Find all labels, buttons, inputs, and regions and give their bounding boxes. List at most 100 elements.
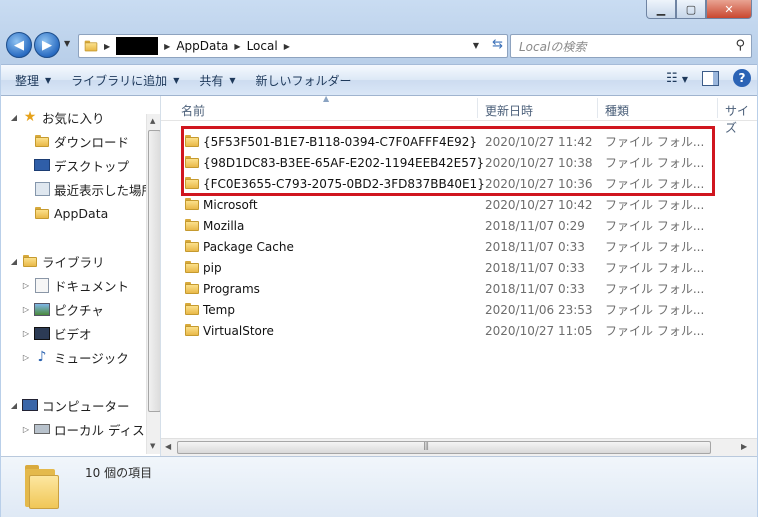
- help-icon[interactable]: ?: [733, 69, 751, 87]
- collapse-icon[interactable]: ▷: [21, 425, 31, 434]
- nav-label: AppData: [54, 205, 109, 221]
- scrollbar-thumb[interactable]: [177, 441, 711, 454]
- chevron-right-icon[interactable]: ▶: [284, 42, 290, 51]
- file-type: ファイル フォル...: [605, 303, 705, 317]
- nav-item-computer[interactable]: ◢ コンピューター: [9, 394, 130, 416]
- explorer-window: ▁ ▢ ✕ ◀ ▶ ▼ ▶ ▶ AppData ▶ Local ▶ ▼ ⇆ Lo…: [0, 0, 758, 517]
- nav-label: ローカル ディスク: [54, 422, 158, 438]
- table-row[interactable]: Mozilla 2018/11/07 0:29 ファイル フォル...: [175, 215, 735, 236]
- minimize-button[interactable]: ▁: [646, 0, 676, 19]
- chevron-right-icon[interactable]: ▶: [234, 42, 240, 51]
- collapse-icon[interactable]: ▷: [21, 329, 31, 338]
- scroll-right-icon[interactable]: ▶: [741, 442, 747, 451]
- libraries-icon: [22, 253, 38, 269]
- search-box[interactable]: Localの検索 ⚲: [510, 34, 752, 58]
- file-name: pip: [203, 260, 222, 275]
- desktop-icon: [34, 157, 50, 173]
- close-button[interactable]: ✕: [706, 0, 752, 19]
- maximize-button[interactable]: ▢: [676, 0, 706, 19]
- collapse-icon[interactable]: ▷: [21, 305, 31, 314]
- scrollbar-thumb[interactable]: [148, 130, 160, 412]
- collapse-icon[interactable]: ▷: [21, 353, 31, 362]
- column-divider[interactable]: [597, 98, 598, 118]
- expand-icon[interactable]: ◢: [9, 401, 19, 410]
- horizontal-scrollbar[interactable]: ◀ ||| ▶: [161, 438, 757, 456]
- chevron-down-icon: ▼: [173, 75, 180, 85]
- breadcrumb-local[interactable]: Local: [247, 39, 278, 53]
- back-button[interactable]: ◀: [6, 32, 32, 58]
- nav-item-videos[interactable]: ▷ ビデオ: [21, 322, 92, 344]
- table-row[interactable]: Microsoft 2020/10/27 10:42 ファイル フォル...: [175, 194, 735, 215]
- nav-item-libraries[interactable]: ◢ ライブラリ: [9, 250, 105, 272]
- nav-item-documents[interactable]: ▷ ドキュメント: [21, 274, 129, 296]
- preview-pane-icon[interactable]: [702, 70, 719, 86]
- nav-label: ピクチャ: [54, 302, 104, 318]
- nav-pane-scrollbar[interactable]: ▲ ▼: [146, 114, 160, 454]
- nav-item-downloads[interactable]: ダウンロード: [31, 130, 129, 152]
- expand-icon[interactable]: ◢: [9, 113, 19, 122]
- file-date: 2018/11/07 0:33: [485, 260, 585, 275]
- column-type[interactable]: 種類: [605, 102, 629, 119]
- file-name: Mozilla: [203, 218, 245, 233]
- scroll-up-icon[interactable]: ▲: [150, 117, 155, 125]
- redacted-username: [116, 37, 159, 55]
- chevron-down-icon: ▼: [229, 75, 236, 85]
- nav-item-pictures[interactable]: ▷ ピクチャ: [21, 298, 104, 320]
- nav-item-local-disk[interactable]: ▷ ローカル ディスク: [21, 418, 157, 440]
- include-in-library-button[interactable]: ライブラリに追加 ▼: [71, 72, 179, 89]
- file-name: VirtualStore: [203, 323, 274, 338]
- column-name[interactable]: 名前: [181, 102, 205, 119]
- command-bar: 整理 ▼ ライブラリに追加 ▼ 共有 ▼ 新しいフォルダー ☷ ▼ ?: [1, 64, 757, 96]
- grip-icon: |||: [423, 441, 429, 450]
- file-date: 2018/11/07 0:29: [485, 218, 585, 233]
- file-name: Programs: [203, 281, 260, 296]
- table-row[interactable]: Programs 2018/11/07 0:33 ファイル フォル...: [175, 278, 735, 299]
- nav-label: デスクトップ: [54, 158, 130, 174]
- breadcrumb-appdata[interactable]: AppData: [176, 39, 228, 53]
- sort-caret-icon: ▲: [323, 96, 330, 103]
- nav-item-favorites[interactable]: ◢ ★ お気に入り: [9, 106, 105, 128]
- nav-item-recent-places[interactable]: 最近表示した場所: [31, 178, 154, 200]
- column-date[interactable]: 更新日時: [485, 102, 533, 119]
- nav-label: 最近表示した場所: [54, 182, 155, 198]
- collapse-icon[interactable]: ▷: [21, 281, 31, 290]
- forward-button[interactable]: ▶: [34, 32, 60, 58]
- scroll-down-icon[interactable]: ▼: [150, 442, 155, 450]
- file-type: ファイル フォル...: [605, 282, 705, 296]
- column-divider[interactable]: [477, 98, 478, 118]
- column-divider[interactable]: [717, 98, 718, 118]
- organize-button[interactable]: 整理 ▼: [15, 72, 51, 89]
- nav-label: コンピューター: [42, 398, 130, 414]
- file-type: ファイル フォル...: [605, 219, 705, 233]
- folder-icon: [185, 282, 199, 294]
- share-button[interactable]: 共有 ▼: [199, 72, 235, 89]
- table-row[interactable]: Package Cache 2018/11/07 0:33 ファイル フォル...: [175, 236, 735, 257]
- address-history-dropdown[interactable]: ▼: [473, 41, 479, 50]
- table-row[interactable]: Temp 2020/11/06 23:53 ファイル フォル...: [175, 299, 735, 320]
- table-row[interactable]: VirtualStore 2020/10/27 11:05 ファイル フォル...: [175, 320, 735, 341]
- file-date: 2018/11/07 0:33: [485, 281, 585, 296]
- nav-item-desktop[interactable]: デスクトップ: [31, 154, 129, 176]
- chevron-right-icon[interactable]: ▶: [164, 42, 170, 51]
- recent-pages-dropdown[interactable]: ▼: [64, 39, 70, 48]
- new-folder-button[interactable]: 新しいフォルダー: [256, 72, 352, 89]
- scroll-left-icon[interactable]: ◀: [165, 442, 171, 451]
- navigation-pane: ◢ ★ お気に入り ダウンロード デスクトップ 最近表示した場所 AppData…: [1, 96, 161, 456]
- navigation-row: ◀ ▶ ▼ ▶ ▶ AppData ▶ Local ▶ ▼ ⇆ Localの検索…: [6, 30, 752, 60]
- nav-item-music[interactable]: ▷ ♪ ミュージック: [21, 346, 129, 368]
- file-type: ファイル フォル...: [605, 240, 705, 254]
- file-type: ファイル フォル...: [605, 324, 705, 338]
- expand-icon[interactable]: ◢: [9, 257, 19, 266]
- address-bar[interactable]: ▶ ▶ AppData ▶ Local ▶ ▼ ⇆: [78, 34, 508, 58]
- item-count: 10 個の項目: [85, 466, 153, 480]
- details-pane: 10 個の項目: [1, 456, 757, 517]
- back-arrow-icon: ◀: [14, 37, 24, 53]
- file-date: 2020/11/06 23:53: [485, 302, 593, 317]
- search-icon[interactable]: ⚲: [735, 38, 745, 53]
- nav-item-appdata[interactable]: AppData: [31, 202, 108, 224]
- change-view-icon[interactable]: ☷ ▼: [666, 71, 688, 86]
- folder-icon: [185, 219, 199, 231]
- refresh-icon[interactable]: ⇆: [492, 37, 503, 52]
- table-row[interactable]: pip 2018/11/07 0:33 ファイル フォル...: [175, 257, 735, 278]
- chevron-right-icon[interactable]: ▶: [104, 42, 110, 51]
